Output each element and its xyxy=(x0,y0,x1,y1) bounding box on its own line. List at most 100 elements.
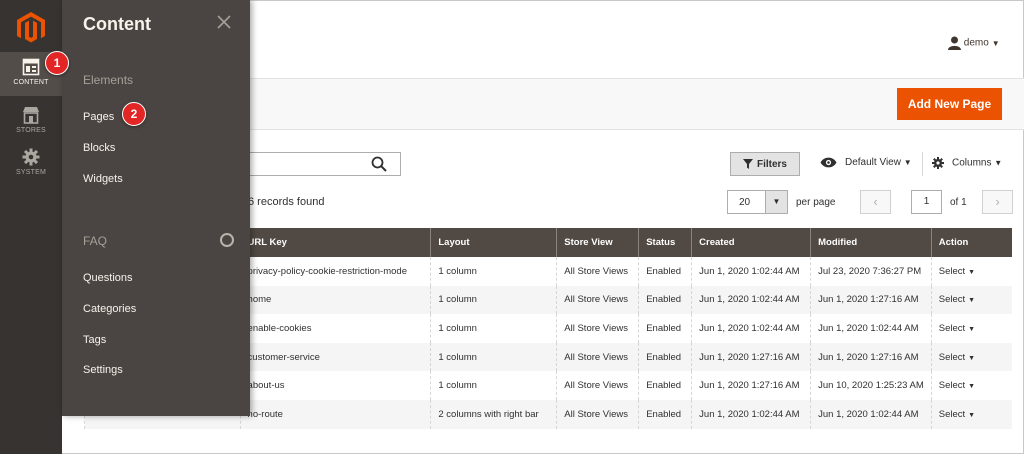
content-icon xyxy=(22,58,40,76)
column-header[interactable]: Created xyxy=(691,228,811,257)
columns-switcher[interactable]: Columns ▼ xyxy=(932,157,1002,169)
nav-item-system[interactable]: SYSTEM xyxy=(0,142,62,186)
nav-item-stores[interactable]: STORES xyxy=(0,100,62,144)
chevron-down-icon: ▼ xyxy=(968,325,976,333)
view-switcher[interactable]: Default View ▼ xyxy=(820,157,912,168)
column-header[interactable]: Status xyxy=(638,228,692,257)
column-header[interactable]: Store View xyxy=(556,228,639,257)
nav-item-label: CONTENT xyxy=(13,79,49,86)
column-header: Action xyxy=(930,228,1012,257)
table-cell: Jun 1, 2020 1:27:16 AM xyxy=(810,285,932,315)
per-page-value: 20 xyxy=(739,197,751,208)
table-cell: All Store Views xyxy=(556,371,639,400)
flyout-item-questions[interactable]: Questions xyxy=(83,272,133,284)
action-select-label: Select xyxy=(938,322,966,334)
flyout-item-pages[interactable]: Pages xyxy=(83,111,114,123)
magento-logo-icon[interactable] xyxy=(17,12,45,44)
flyout-item-widgets[interactable]: Widgets xyxy=(83,173,123,185)
action-select-label: Select xyxy=(938,380,966,392)
table-cell: 1 column xyxy=(430,314,557,343)
table-cell: privacy-policy-cookie-restriction-mode xyxy=(239,257,431,286)
nav-item-label: SYSTEM xyxy=(16,169,46,176)
table-cell: All Store Views xyxy=(556,399,639,429)
user-menu[interactable]: demo ▼ xyxy=(948,36,1000,50)
table-cell: Jul 23, 2020 7:36:27 PM xyxy=(810,257,932,286)
action-select[interactable]: Select ▼ xyxy=(930,399,1012,429)
table-cell: All Store Views xyxy=(556,314,639,343)
flyout-item-tags[interactable]: Tags xyxy=(83,334,106,346)
filter-icon xyxy=(742,158,753,169)
step-callout: 1 xyxy=(45,51,69,75)
table-cell: enable-cookies xyxy=(239,314,431,343)
action-select[interactable]: Select ▼ xyxy=(930,285,1012,315)
table-cell: Jun 10, 2020 1:25:23 AM xyxy=(810,371,932,400)
chevron-right-icon: › xyxy=(995,194,1000,209)
action-select[interactable]: Select ▼ xyxy=(930,257,1012,286)
table-cell: no-route xyxy=(239,399,431,429)
table-cell: Enabled xyxy=(638,342,692,372)
per-page-label: per page xyxy=(796,197,836,208)
nav-item-label: STORES xyxy=(16,127,46,134)
flyout-title: Content xyxy=(83,14,151,34)
table-cell: about-us xyxy=(239,371,431,400)
table-cell: Jun 1, 2020 1:02:44 AM xyxy=(810,314,932,343)
gear-icon xyxy=(22,148,40,166)
flyout-item-categories[interactable]: Categories xyxy=(83,303,136,315)
gear-icon xyxy=(932,157,944,169)
eye-icon xyxy=(820,157,837,168)
action-select[interactable]: Select ▼ xyxy=(930,314,1012,343)
previous-page-button[interactable]: ‹ xyxy=(860,190,891,214)
page-number-input[interactable]: 1 xyxy=(911,190,942,214)
flyout-item-settings[interactable]: Settings xyxy=(83,364,123,376)
table-cell: 1 column xyxy=(430,285,557,315)
chevron-down-icon: ▼ xyxy=(994,158,1003,168)
action-select-label: Select xyxy=(938,265,966,277)
records-count: 6 records found xyxy=(248,196,325,208)
chevron-down-icon: ▼ xyxy=(968,383,976,391)
chevron-down-icon: ▼ xyxy=(903,158,912,168)
table-cell: Jun 1, 2020 1:02:44 AM xyxy=(691,399,811,429)
per-page-dropdown-button[interactable]: ▼ xyxy=(765,191,787,213)
toolbar-divider xyxy=(922,152,923,176)
table-cell: Jun 1, 2020 1:02:44 AM xyxy=(691,314,811,343)
column-header[interactable]: Layout xyxy=(430,228,557,257)
flyout-item-blocks[interactable]: Blocks xyxy=(83,142,115,154)
next-page-button[interactable]: › xyxy=(982,190,1013,214)
table-cell: Enabled xyxy=(638,371,692,400)
action-select-label: Select xyxy=(938,294,966,306)
search-icon[interactable] xyxy=(371,156,387,172)
add-new-page-button[interactable]: Add New Page xyxy=(897,88,1002,120)
table-cell: home xyxy=(239,285,431,315)
action-select[interactable]: Select ▼ xyxy=(930,342,1012,372)
chevron-down-icon: ▼ xyxy=(968,411,976,419)
table-cell: All Store Views xyxy=(556,285,639,315)
action-select[interactable]: Select ▼ xyxy=(930,371,1012,400)
view-label: Default View xyxy=(845,157,901,169)
chevron-down-icon: ▼ xyxy=(991,38,1000,48)
flyout-section-title: FAQ xyxy=(83,234,108,248)
flyout-section-title: Elements xyxy=(83,73,134,87)
action-select-label: Select xyxy=(938,408,966,420)
column-header[interactable]: URL Key xyxy=(239,228,431,257)
table-cell: Jun 1, 2020 1:02:44 AM xyxy=(810,399,932,429)
column-header[interactable]: Modified xyxy=(810,228,932,257)
table-cell: All Store Views xyxy=(556,342,639,372)
table-cell: 1 column xyxy=(430,371,557,400)
table-cell: Jun 1, 2020 1:27:16 AM xyxy=(810,342,932,372)
filters-button[interactable]: Filters xyxy=(730,152,800,176)
table-cell: customer-service xyxy=(239,342,431,372)
table-cell: All Store Views xyxy=(556,257,639,286)
table-cell: Jun 1, 2020 1:27:16 AM xyxy=(691,371,811,400)
step-callout: 2 xyxy=(122,102,146,126)
chevron-down-icon: ▼ xyxy=(968,354,976,362)
content-flyout-menu: Content Elements Pages Blocks Widgets FA… xyxy=(62,0,250,416)
table-cell: 1 column xyxy=(430,257,557,286)
table-cell: 2 columns with right bar xyxy=(430,399,557,429)
user-name: demo xyxy=(963,37,989,49)
table-cell: Enabled xyxy=(638,257,692,286)
chevron-down-icon: ▼ xyxy=(968,268,976,276)
loading-spinner-icon xyxy=(220,233,234,247)
page-of-label: of 1 xyxy=(950,197,967,208)
close-icon[interactable] xyxy=(216,14,232,30)
user-icon xyxy=(948,36,961,50)
